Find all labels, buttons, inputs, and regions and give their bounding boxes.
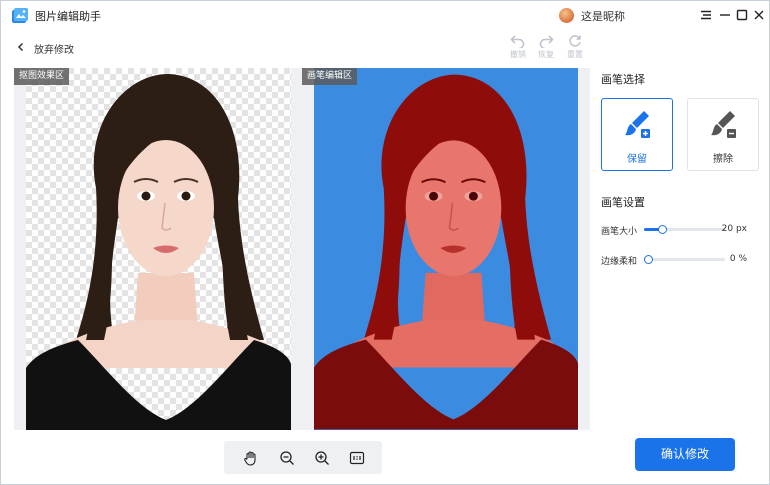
brush-keep-icon [625, 111, 650, 138]
zoom-out-icon [280, 451, 294, 465]
zoom-toolbar [224, 441, 382, 474]
canvas-area: 抠图效果区 画笔编辑区 [14, 68, 590, 430]
close-icon[interactable] [751, 7, 767, 23]
hand-icon [244, 451, 256, 466]
zoom-in-icon [315, 451, 329, 465]
maximize-icon[interactable] [734, 7, 750, 23]
hand-tool-button[interactable] [242, 449, 260, 467]
zoom-out-button[interactable] [278, 449, 296, 467]
cutout-preview-label: 抠图效果区 [14, 68, 70, 85]
app-logo-icon [12, 8, 28, 23]
actual-size-icon [349, 451, 365, 465]
edge-softness-label: 边缘柔和 [601, 257, 638, 267]
redo-button[interactable]: 恢复 [534, 34, 558, 64]
brush-erase-option[interactable]: 擦除 [687, 98, 759, 171]
brush-size-handle[interactable] [658, 225, 667, 234]
brush-keep-option[interactable]: 保留 [601, 98, 673, 171]
brush-size-value: 20 px [721, 224, 747, 234]
actual-size-button[interactable] [348, 449, 366, 467]
user-avatar[interactable] [559, 8, 574, 23]
chevron-left-icon [17, 42, 24, 52]
brush-erase-icon [711, 111, 736, 138]
app-title: 图片编辑助手 [35, 10, 101, 23]
discard-changes-link[interactable]: 放弃修改 [34, 41, 74, 56]
brush-edit-label: 画笔编辑区 [302, 68, 358, 85]
portrait-cutout-image [26, 74, 291, 430]
cutout-preview-canvas [26, 68, 291, 430]
edge-softness-handle[interactable] [644, 255, 653, 264]
brush-size-label: 画笔大小 [601, 227, 638, 237]
brush-keep-label: 保留 [627, 154, 647, 165]
confirm-changes-button[interactable]: 确认修改 [635, 438, 735, 471]
title-bar: 图片编辑助手 这是昵称 [1, 1, 769, 31]
zoom-in-button[interactable] [313, 449, 331, 467]
brush-erase-label: 擦除 [713, 154, 733, 165]
edge-softness-value: 0 % [729, 254, 747, 264]
back-button[interactable] [14, 40, 28, 54]
undo-label: 撤销 [510, 50, 526, 59]
brush-edit-canvas[interactable] [314, 68, 578, 430]
reset-label: 重置 [567, 50, 583, 59]
redo-label: 恢复 [538, 50, 554, 59]
brush-select-title: 画笔选择 [601, 73, 645, 86]
reset-icon [569, 35, 581, 47]
user-name[interactable]: 这是昵称 [581, 8, 625, 24]
undo-icon [510, 35, 525, 48]
portrait-mask-image [314, 74, 578, 430]
menu-icon[interactable] [698, 7, 714, 23]
minimize-icon[interactable] [717, 7, 733, 23]
brush-settings-title: 画笔设置 [601, 196, 645, 209]
reset-button[interactable]: 重置 [563, 34, 587, 64]
redo-icon [539, 35, 554, 48]
undo-button[interactable]: 撤销 [506, 34, 530, 64]
app-window: 图片编辑助手 这是昵称 放弃修改 撤销 恢复 重置 抠图效果区 画笔编辑区 确认… [0, 0, 770, 485]
